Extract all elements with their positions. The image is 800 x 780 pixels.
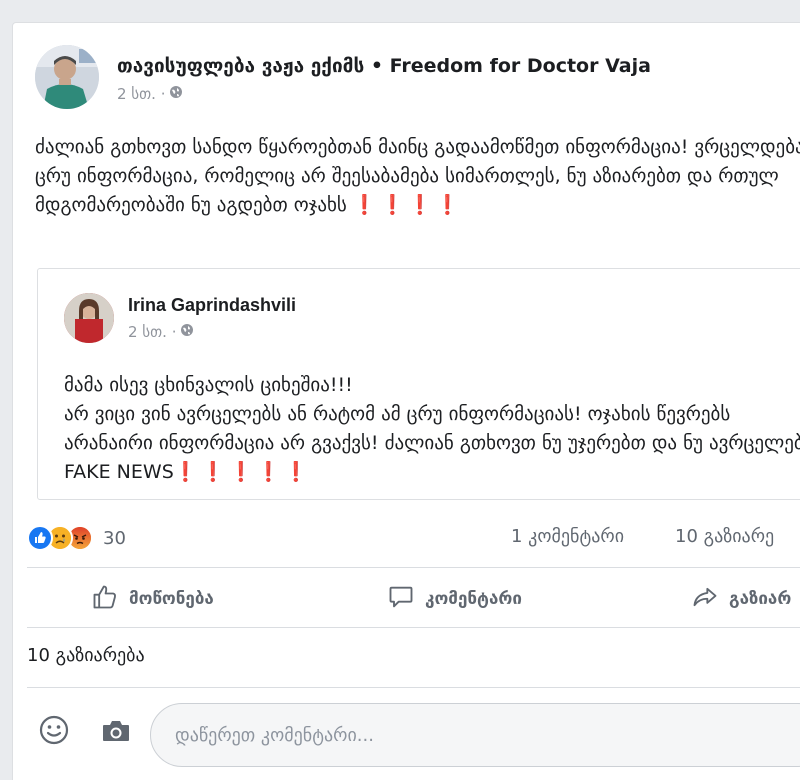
comment-placeholder: დაწერეთ კომენტარი...	[175, 724, 374, 746]
comment-input[interactable]: დაწერეთ კომენტარი...	[150, 703, 800, 767]
shared-post-line2: არ ვიცი ვინ ავრცელებს ან რატომ ამ ცრუ ინ…	[64, 400, 800, 487]
page-avatar[interactable]	[35, 45, 99, 109]
shared-post-body: მამა ისევ ცხინვალის ციხეშია!!! არ ვიცი ვ…	[64, 371, 800, 487]
share-arrow-icon	[691, 583, 719, 616]
reactions-summary[interactable]: 30	[27, 523, 126, 553]
shared-post-meta: 2 სთ. ·	[128, 323, 194, 341]
exclamation-emphasis: ❗❗❗❗❗	[173, 461, 313, 483]
shared-post-line1: მამა ისევ ცხინვალის ციხეშია!!!	[64, 374, 353, 396]
reaction-count[interactable]: 30	[103, 528, 126, 549]
emoji-icon[interactable]	[39, 715, 69, 749]
globe-icon	[180, 323, 194, 341]
exclamation-emphasis: ❗❗❗❗	[352, 194, 464, 216]
divider	[27, 687, 800, 688]
post-timestamp[interactable]: 2 სთ. ·	[117, 85, 165, 103]
share-label: გაზიარ	[729, 589, 792, 609]
shared-post-timestamp[interactable]: 2 სთ. ·	[128, 323, 176, 341]
share-summary[interactable]: 10 გაზიარება	[27, 645, 145, 666]
comments-count[interactable]: 1 კომენტარი	[511, 526, 624, 547]
globe-icon	[169, 85, 183, 103]
shared-post[interactable]: Irina Gaprindashvili 2 სთ. · მამა ისევ ც…	[37, 268, 800, 500]
share-button[interactable]: გაზიარ	[691, 581, 791, 617]
comment-label: კომენტარი	[425, 589, 522, 609]
like-button[interactable]: მოწონება	[91, 581, 214, 617]
post-card: თავისუფლება ვაჟა ექიმს • Freedom for Doc…	[12, 22, 800, 780]
thumbs-up-icon	[91, 583, 119, 616]
camera-icon[interactable]	[101, 718, 131, 748]
page-name[interactable]: თავისუფლება ვაჟა ექიმს • Freedom for Doc…	[117, 55, 651, 77]
divider	[27, 567, 800, 568]
divider	[27, 627, 800, 628]
like-label: მოწონება	[129, 589, 214, 609]
comment-bubble-icon	[387, 583, 415, 616]
shared-author-avatar[interactable]	[64, 293, 114, 343]
post-meta: 2 სთ. ·	[117, 85, 183, 103]
comment-button[interactable]: კომენტარი	[387, 581, 522, 617]
post-body: ძალიან გთხოვთ სანდო წყაროებთან მაინც გად…	[35, 133, 800, 220]
post-header: თავისუფლება ვაჟა ექიმს • Freedom for Doc…	[35, 45, 795, 115]
like-icon	[27, 525, 53, 551]
shared-author-name[interactable]: Irina Gaprindashvili	[128, 295, 296, 316]
shares-count[interactable]: 10 გაზიარე	[675, 526, 774, 547]
